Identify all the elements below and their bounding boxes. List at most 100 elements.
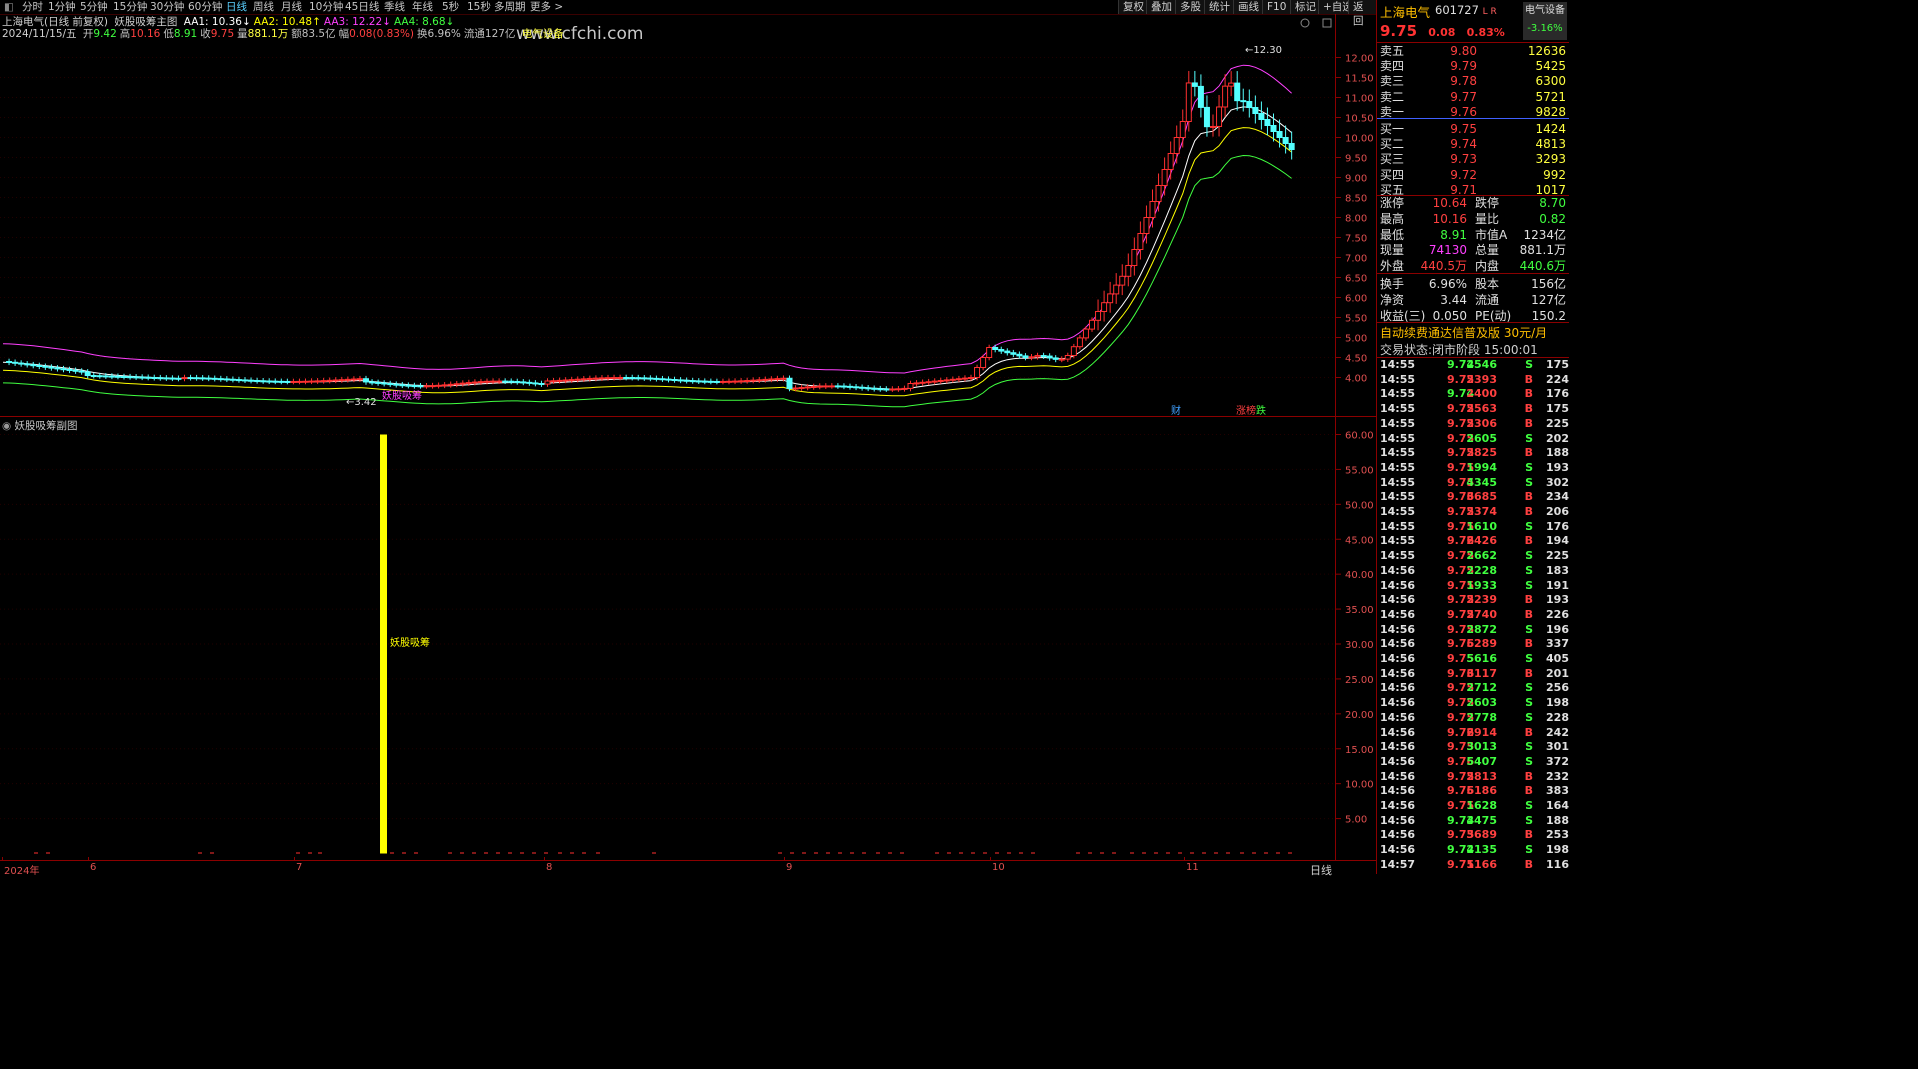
candle-body (568, 379, 575, 382)
event-label[interactable]: 财 (1171, 404, 1181, 417)
candle-body (1028, 356, 1035, 359)
chart-toggle-icon[interactable] (1300, 18, 1310, 28)
candle-body (96, 375, 103, 378)
candle-body (381, 382, 388, 385)
tick-row: 14:56 9.76 3117 B 201 (1380, 666, 1569, 680)
ask-row[interactable]: 卖四 9.79 5425 (1377, 59, 1569, 74)
event-label[interactable]: 跌 (1256, 404, 1266, 417)
x-tick (990, 857, 991, 861)
candle-body (453, 383, 460, 386)
candle-body (42, 365, 49, 368)
candle-body (774, 378, 781, 381)
candle-body (792, 387, 799, 390)
candle-body (24, 363, 31, 366)
candle-body (974, 367, 981, 378)
tick-row: 14:56 9.75 1933 S 191 (1380, 578, 1569, 592)
candle-body (943, 379, 950, 382)
candle-body (169, 377, 176, 380)
y-tick-label: 7.00 (1345, 254, 1367, 265)
candle-body (405, 384, 412, 387)
candle-body (145, 376, 152, 379)
y-tick-label: 8.50 (1345, 194, 1367, 205)
candle-body (732, 380, 739, 383)
ask-row[interactable]: 卖二 9.77 5721 (1377, 90, 1569, 105)
tick-row: 14:56 9.75 1628 S 164 (1380, 799, 1569, 812)
candle-body (151, 377, 158, 379)
candle-body (738, 380, 745, 383)
event-label[interactable]: 榜 (1246, 404, 1256, 417)
promo-banner[interactable]: 自动续费通达信普及版 30元/月 (1380, 324, 1547, 341)
tick-row: 14:55 9.75 2374 B 206 (1380, 505, 1569, 518)
candle-body (992, 347, 999, 350)
stat-row: 涨停 10.64 跌停 8.70 (1380, 196, 1566, 210)
kline-chart-area[interactable]: 12.00 11.50 11.00 10.50 10.00 9.50 9.00 8.50 8.0… (0, 0, 1376, 860)
candlesticks (6, 70, 1295, 392)
candle-body (284, 380, 291, 383)
x-tick (1184, 857, 1185, 861)
bid-row[interactable]: 买二 9.74 4813 (1377, 137, 1569, 152)
y-tick-label: 55.00 (1345, 465, 1374, 476)
ask-row[interactable]: 卖五 9.80 12636 (1377, 44, 1569, 59)
y-tick-label: 15.00 (1345, 745, 1374, 756)
candle-body (889, 388, 896, 391)
y-tick-label: 7.50 (1345, 234, 1367, 245)
candle-body (369, 381, 376, 384)
candle-body (810, 385, 817, 388)
x-tick (294, 857, 295, 861)
candle-body (762, 378, 769, 381)
tick-row: 14:57 9.75 1166 B 116 (1380, 857, 1569, 871)
stat-row: 净资 3.44 流通 127亿 (1380, 292, 1566, 307)
y-tick-label: 50.00 (1345, 500, 1374, 511)
candle-body (290, 380, 297, 383)
chart-settings-icon[interactable] (1322, 18, 1332, 28)
candle-body (744, 380, 751, 383)
tick-row: 14:56 9.75 2813 B 232 (1380, 769, 1569, 783)
tick-row: 14:55 9.75 2393 B 224 (1380, 372, 1569, 386)
tick-row: 14:56 9.76 5186 B 383 (1380, 784, 1569, 798)
candle-body (242, 379, 248, 382)
x-tick (2, 857, 3, 861)
candle-body (877, 388, 884, 391)
candle-body (514, 380, 521, 383)
candle-body (1191, 82, 1198, 87)
candle-body (1070, 346, 1077, 357)
candle-body (677, 379, 684, 382)
candle-body (320, 380, 327, 383)
tick-row: 14:55 9.76 2426 B 194 (1380, 534, 1569, 548)
candle-body (1101, 302, 1108, 313)
candle-body (847, 385, 853, 388)
candle-body (1252, 107, 1259, 114)
candle-body (647, 377, 654, 380)
x-tick-label: 6 (90, 862, 97, 873)
candle-body (30, 364, 37, 367)
candle-body (423, 385, 430, 388)
last-price: 9.75 0.08 0.83% (1380, 22, 1505, 40)
sub-chart-toggle-icon[interactable]: ◉ (2, 420, 15, 432)
event-label[interactable]: 涨 (1236, 405, 1246, 417)
bid-row[interactable]: 买三 9.73 3293 (1377, 152, 1569, 167)
candle-body (350, 378, 357, 381)
sub-y-axis: 60.00 55.00 50.00 45.00 40.00 35.00 30.00 25.00… (1335, 431, 1374, 826)
sub-chart-title: ◉ 妖股吸筹副图 (2, 420, 78, 432)
x-tick-label: 7 (296, 862, 303, 873)
candle-body (1095, 311, 1102, 321)
ask-row[interactable]: 卖三 9.78 6300 (1377, 74, 1569, 89)
sector-tag[interactable]: 电气设备 -3.16% (1523, 2, 1567, 40)
stat-row: 换手 6.96% 股本 156亿 (1380, 277, 1566, 291)
candle-body (695, 380, 702, 383)
candle-body (635, 377, 642, 380)
candle-body (1058, 358, 1065, 361)
x-axis-mode[interactable]: 日线 (1310, 862, 1332, 878)
candle-body (1022, 355, 1029, 358)
stat-row: 最高 10.16 量比 0.82 (1380, 211, 1566, 226)
tick-row: 14:56 9.75 2740 B 226 (1380, 607, 1569, 621)
candle-body (683, 379, 690, 382)
stock-code: 601727 L R (1435, 3, 1497, 17)
candle-body (465, 382, 472, 385)
bid-row[interactable]: 买四 9.72 992 (1377, 168, 1569, 183)
bid-row[interactable]: 买一 9.75 1424 (1377, 122, 1569, 137)
candle-body (459, 382, 466, 385)
signal-marker: 妖股吸筹 (382, 389, 422, 402)
candle-body (375, 381, 382, 384)
x-tick-label: 2024年 (4, 866, 40, 877)
